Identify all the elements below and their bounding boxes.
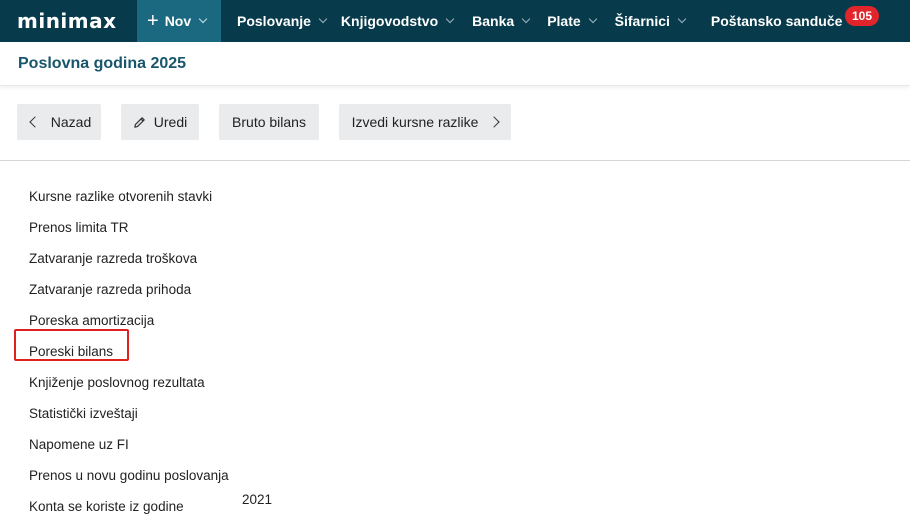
list-item-zatvaranje-troskova[interactable]: Zatvaranje razreda troškova	[29, 243, 229, 274]
list-item-konta-iz-godine: Konta se koriste iz godine	[29, 499, 184, 514]
nav-item-label: Plate	[547, 13, 581, 29]
list-item-statisticki-izvestaji[interactable]: Statistički izveštaji	[29, 398, 229, 429]
chevron-down-icon	[677, 14, 687, 24]
nav-item-sifarnici[interactable]: Šifarnici	[614, 0, 687, 42]
nav-item-label: Poslovanje	[237, 13, 311, 29]
plus-icon: +	[147, 10, 159, 32]
chevron-down-icon	[521, 14, 531, 24]
nav-item-banka[interactable]: Banka	[472, 0, 531, 42]
nav-item-label: Knjigovodstvo	[340, 13, 439, 29]
chevron-down-icon	[198, 14, 208, 24]
nav-item-knjigovodstvo[interactable]: Knjigovodstvo	[340, 0, 455, 42]
page-title: Poslovna godina 2025	[18, 54, 187, 72]
year-actions-list: Kursne razlike otvorenih stavki Prenos l…	[29, 181, 229, 522]
chevron-down-icon	[588, 14, 597, 24]
list-item-knjizenje-rezultata[interactable]: Knjiženje poslovnog rezultata	[29, 367, 229, 398]
minimax-logo[interactable]: minimax	[0, 0, 137, 42]
nav-new-menu[interactable]: + Nov	[137, 0, 221, 42]
nav-new-label: Nov	[164, 13, 192, 29]
list-item-poreski-bilans[interactable]: Poreski bilans	[29, 336, 229, 367]
section-divider	[0, 160, 910, 161]
back-button-label: Nazad	[50, 114, 92, 130]
edit-button-label: Uredi	[153, 114, 188, 130]
chevron-left-icon	[29, 116, 41, 128]
toolbar: Nazad Uredi Bruto bilans Izvedi kursne r…	[0, 104, 910, 140]
accounts-year-value: 2021	[242, 492, 273, 507]
nav-item-postansko-sanduce[interactable]: Poštansko sanduče	[711, 0, 843, 42]
exchange-differences-button-label: Izvedi kursne razlike	[351, 114, 479, 130]
inbox-count-badge[interactable]: 105	[845, 6, 879, 26]
nav-item-label: Šifarnici	[614, 13, 670, 29]
nav-item-label: Poštansko sanduče	[710, 13, 843, 29]
back-button[interactable]: Nazad	[17, 104, 101, 140]
nav-item-label: Banka	[472, 13, 515, 29]
chevron-down-icon	[318, 14, 328, 24]
chevron-down-icon	[445, 14, 455, 24]
gross-balance-button[interactable]: Bruto bilans	[219, 104, 319, 140]
gross-balance-button-label: Bruto bilans	[232, 114, 306, 130]
chevron-right-icon	[488, 116, 501, 128]
list-item-napomene-uz-fi[interactable]: Napomene uz FI	[29, 429, 229, 460]
list-item-kursne-razlike[interactable]: Kursne razlike otvorenih stavki	[29, 181, 229, 212]
pencil-icon	[134, 116, 145, 128]
nav-item-plate[interactable]: Plate	[547, 0, 597, 42]
exchange-differences-button[interactable]: Izvedi kursne razlike	[339, 104, 511, 140]
nav-item-poslovanje[interactable]: Poslovanje	[237, 0, 328, 42]
list-item-zatvaranje-prihoda[interactable]: Zatvaranje razreda prihoda	[29, 274, 229, 305]
page-header: Poslovna godina 2025	[0, 42, 910, 86]
list-item-poreska-amortizacija[interactable]: Poreska amortizacija	[29, 305, 229, 336]
list-item-prenos-u-novu-godinu[interactable]: Prenos u novu godinu poslovanja	[29, 460, 229, 491]
edit-button[interactable]: Uredi	[121, 104, 199, 140]
top-navigation-bar: minimax + Nov Poslovanje Knjigovodstvo B…	[0, 0, 910, 42]
list-item-prenos-limita-tr[interactable]: Prenos limita TR	[29, 212, 229, 243]
